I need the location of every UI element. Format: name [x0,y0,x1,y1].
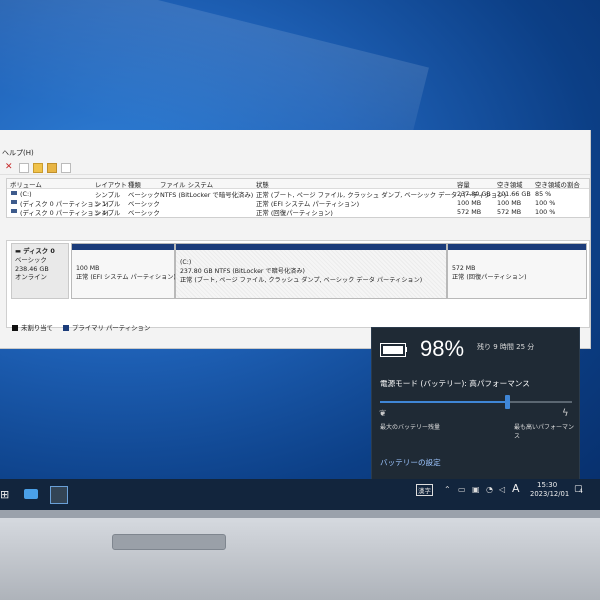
table-row[interactable]: (ディスク 0 パーティション 4) シンプル ベーシック 正常 (回復パーティ… [7,207,589,217]
partition-bar [176,244,446,250]
volume-layout: シンプル [95,209,121,217]
ime-mode[interactable]: A [512,482,520,495]
volume-free: 100 MB [497,199,522,207]
menu-help[interactable]: ヘルプ(H) [0,148,34,158]
properties-icon[interactable] [19,163,29,173]
volume-icon [11,209,17,213]
volume-capacity: 237.80 GB [457,190,491,198]
volume-type: ベーシック [128,209,160,217]
battery-fill [383,346,403,354]
disk-state: オンライン [15,273,47,282]
partition-bar [72,244,174,250]
unallocated-swatch [12,325,18,331]
app-icon[interactable] [50,486,68,504]
partition-title: (C:) [180,259,192,266]
laptop-bezel [0,510,600,600]
volume-free-pct: 100 % [535,208,556,216]
battery-percent: 98% [420,336,465,361]
battery-flyout: 98% 残り 9 時間 25 分 電源モード (バッテリー): 高パフォーマンス… [371,327,580,481]
partition-recovery[interactable]: 572 MB 正常 (回復パーティション) [447,243,587,299]
mail-icon[interactable] [24,489,38,499]
partition-bar [448,244,586,250]
power-mode-slider-thumb[interactable] [505,395,510,409]
partition-size: 237.80 GB NTFS (BitLocker で暗号化済み) [180,268,305,275]
col-capacity[interactable]: 容量 [457,180,470,189]
partition-size: 100 MB [76,265,100,272]
col-volume[interactable]: ボリューム [10,180,42,189]
disk-name: ディスク 0 [23,247,55,255]
volume-free: 201.66 GB [497,190,531,198]
taskbar: ⊞ 漢字 ⌃ ▭ ▣ ◔ ◁ A 15:30 2023/12/01 ▢ 4 [0,479,600,510]
volume-icon [11,191,17,195]
volume-status: 正常 (回復パーティション) [256,209,333,217]
legend-unallocated: 未割り当て [21,324,53,332]
volume-free: 572 MB [497,208,522,216]
partition-c[interactable]: (C:) 237.80 GB NTFS (BitLocker で暗号化済み) 正… [175,243,447,299]
volume-capacity: 572 MB [457,208,482,216]
disk-graphical-view: ▬ ディスク 0 ベーシック 238.46 GB オンライン 100 MB 正常… [6,240,590,328]
start-icon[interactable]: ⊞ [0,488,9,501]
volume-table: ボリューム レイアウト 種類 ファイル システム 状態 容量 空き領域 空き領域… [6,178,590,218]
hinge [112,534,226,550]
power-mode-max-label: 最も高いパフォーマンス [514,424,575,440]
chevron-up-icon[interactable]: ⌃ [444,485,451,494]
volume-table-header: ボリューム レイアウト 種類 ファイル システム 状態 容量 空き領域 空き領域… [7,179,589,189]
ime-indicator[interactable]: 漢字 [416,484,433,496]
partition-status: 正常 (EFI システム パーティション) [76,274,176,281]
volume-free-pct: 85 % [535,190,552,198]
delete-icon[interactable]: ✕ [5,163,13,172]
disk-size: 238.46 GB [15,264,49,273]
disk-management-window: ヘルプ(H) ✕ ボリューム レイアウト 種類 ファイル システム 状態 容量 … [0,130,591,349]
desktop: ヘルプ(H) ✕ ボリューム レイアウト 種類 ファイル システム 状態 容量 … [0,0,600,510]
power-mode-slider-fill [380,401,507,403]
partition-efi[interactable]: 100 MB 正常 (EFI システム パーティション) [71,243,176,299]
legend: 未割り当て プライマリ パーティション [12,323,150,332]
volume-icon[interactable]: ◁ [499,485,505,494]
clock-date[interactable]: 2023/12/01 [530,490,569,498]
clock-time[interactable]: 15:30 [537,481,557,489]
col-type[interactable]: 種類 [128,180,141,189]
wifi-icon[interactable]: ◔ [486,485,493,494]
col-layout[interactable]: レイアウト [95,180,127,189]
primary-swatch [63,325,69,331]
app-tray-icon[interactable]: ▣ [472,485,480,494]
battery-remaining: 残り 9 時間 25 分 [477,343,535,351]
volume-free-pct: 100 % [535,199,556,207]
volume-capacity: 100 MB [457,199,482,207]
performance-bolt-icon: ϟ [562,408,569,419]
disk-0-label[interactable]: ▬ ディスク 0 ベーシック 238.46 GB オンライン [11,243,69,299]
volume-name: (C:) [20,190,32,198]
col-status[interactable]: 状態 [256,180,269,189]
battery-settings-link[interactable]: バッテリーの設定 [380,457,441,468]
toolbar: ✕ [0,158,590,175]
disk-type: ベーシック [15,255,47,264]
power-mode-min-label: 最大のバッテリー残量 [380,424,441,431]
partition-status: 正常 (回復パーティション) [452,274,527,281]
notification-count: 4 [579,488,583,495]
volume-icon [11,200,17,204]
col-free-pct[interactable]: 空き領域の割合 [535,180,580,189]
open-folder-icon[interactable] [33,163,43,173]
partition-size: 572 MB [452,265,476,272]
view-icon[interactable] [61,163,71,173]
bezel-rim [0,510,600,518]
explore-folder-icon[interactable] [47,163,57,173]
col-free[interactable]: 空き領域 [497,180,523,189]
battery-icon [380,343,406,357]
col-filesystem[interactable]: ファイル システム [160,180,213,189]
power-mode-label: 電源モード (バッテリー): 高パフォーマンス [380,379,530,388]
disk-icon: ▬ [15,247,24,255]
battery-tray-icon[interactable]: ▭ [458,485,466,494]
legend-primary: プライマリ パーティション [72,324,151,332]
table-row[interactable]: (ディスク 0 パーティション 1) シンプル ベーシック 正常 (EFI シス… [7,198,589,208]
battery-saver-icon: ❦ [379,409,387,419]
partition-status: 正常 (ブート, ページ ファイル, クラッシュ ダンプ, ベーシック データ … [180,277,423,284]
battery-tip [405,347,407,352]
table-row[interactable]: (C:) シンプル ベーシック NTFS (BitLocker で暗号化済み) … [7,189,589,199]
